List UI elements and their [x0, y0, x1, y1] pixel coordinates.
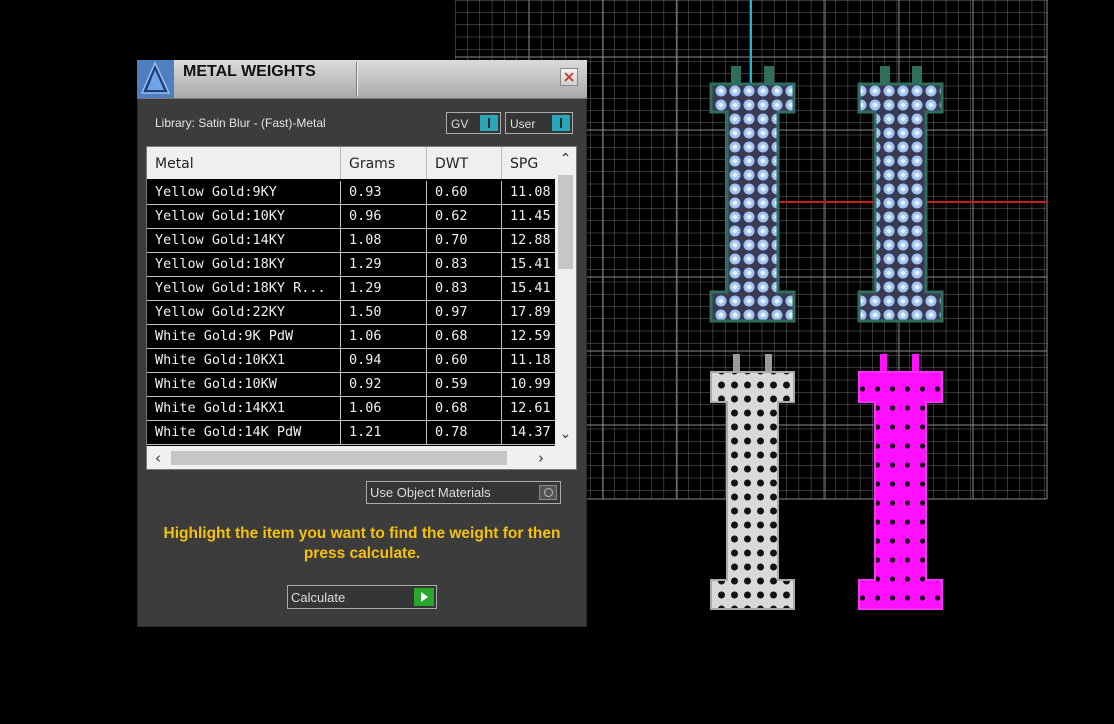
metal-cell: White Gold:10KX1 [147, 349, 341, 372]
scroll-right-icon[interactable]: › [530, 446, 552, 469]
metal-cell: Yellow Gold:18KY R... [147, 277, 341, 300]
grams-cell: 1.29 [341, 253, 427, 276]
grams-cell: 1.06 [341, 397, 427, 420]
metal-cell: Yellow Gold:9KY [147, 181, 341, 204]
grams-cell: 0.96 [341, 205, 427, 228]
metal-table[interactable]: Metal Grams DWT SPG Yellow Gold:9KY 0.93 0… [146, 146, 577, 470]
table-row[interactable]: Yellow Gold:18KY R... 1.29 0.83 15.41 [147, 277, 555, 301]
play-icon [414, 588, 434, 606]
spg-cell: 17.89 [510, 304, 551, 320]
close-icon [564, 72, 574, 82]
table-row[interactable]: Yellow Gold:9KY 0.93 0.60 11.08 [147, 181, 555, 205]
metal-cell: White Gold:14KX1 [147, 397, 341, 420]
gv-toggle-label: GV [451, 117, 469, 131]
user-toggle-switch [552, 115, 570, 131]
metal-cell: White Gold:10KW [147, 373, 341, 396]
metal-cell: Yellow Gold:18KY [147, 253, 341, 276]
gv-toggle-switch [480, 115, 498, 131]
use-object-materials-label: Use Object Materials [370, 485, 491, 500]
spg-cell: 11.18 [510, 352, 551, 368]
grams-cell: 1.06 [341, 325, 427, 348]
dwt-cell: 0.83 [427, 253, 502, 276]
table-row[interactable]: White Gold:10KX1 0.94 0.60 11.18 [147, 349, 555, 373]
dwt-cell: 0.68 [427, 325, 502, 348]
metal-cell: White Gold:14K PdW [147, 421, 341, 444]
vertical-scroll-thumb[interactable] [558, 175, 573, 269]
spg-cell: 15.41 [510, 256, 551, 272]
title-divider [356, 62, 357, 96]
scroll-down-icon[interactable]: ⌄ [555, 424, 576, 444]
user-toggle[interactable]: User [505, 112, 573, 134]
library-label: Library: Satin Blur - (Fast)-Metal [155, 116, 326, 130]
grams-cell: 1.08 [341, 229, 427, 252]
column-header-dwt[interactable]: DWT [427, 147, 502, 179]
spg-cell: 11.08 [510, 184, 551, 200]
grams-cell: 1.29 [341, 277, 427, 300]
dwt-cell: 0.97 [427, 301, 502, 324]
column-header-grams[interactable]: Grams [341, 147, 427, 179]
calculate-button[interactable]: Calculate [287, 585, 437, 609]
vertical-scrollbar[interactable]: ⌃ ⌄ [555, 147, 576, 446]
grams-cell: 1.50 [341, 301, 427, 324]
spg-cell: 10.99 [510, 376, 551, 392]
metal-cell: Yellow Gold:10KY [147, 205, 341, 228]
dwt-cell: 0.83 [427, 277, 502, 300]
scroll-left-icon[interactable]: ‹ [147, 446, 169, 469]
metal-cell: White Gold:9K PdW [147, 325, 341, 348]
metal-cell: Yellow Gold:14KY [147, 229, 341, 252]
grams-cell: 1.21 [341, 421, 427, 444]
dwt-cell: 0.60 [427, 181, 502, 204]
spg-cell: 11.45 [510, 208, 551, 224]
metal-cell: Yellow Gold:22KY [147, 301, 341, 324]
table-row[interactable]: Yellow Gold:22KY 1.50 0.97 17.89 [147, 301, 555, 325]
grams-cell: 0.92 [341, 373, 427, 396]
app-logo-icon [137, 60, 174, 98]
table-row[interactable]: Yellow Gold:14KY 1.08 0.70 12.88 [147, 229, 555, 253]
dwt-cell: 0.59 [427, 373, 502, 396]
close-button[interactable] [560, 68, 578, 86]
dwt-cell: 0.60 [427, 349, 502, 372]
panel-titlebar[interactable]: METAL WEIGHTS [137, 60, 587, 99]
use-object-materials-toggle[interactable]: Use Object Materials [366, 481, 561, 504]
horizontal-scroll-thumb[interactable] [171, 451, 507, 465]
user-toggle-label: User [510, 117, 536, 131]
column-header-spg[interactable]: SPG [502, 147, 555, 179]
spg-cell: 12.59 [510, 328, 551, 344]
table-row[interactable]: White Gold:14K PdW 1.21 0.78 14.37 [147, 421, 555, 445]
spg-cell: 12.88 [510, 232, 551, 248]
spg-cell: 12.61 [510, 400, 551, 416]
table-row[interactable]: Yellow Gold:10KY 0.96 0.62 11.45 [147, 205, 555, 229]
grams-cell: 0.94 [341, 349, 427, 372]
column-header-metal[interactable]: Metal [147, 147, 341, 179]
toggle-circle-icon [539, 485, 557, 500]
table-header: Metal Grams DWT SPG [147, 147, 555, 179]
gv-toggle[interactable]: GV [446, 112, 501, 134]
scroll-up-icon[interactable]: ⌃ [555, 149, 576, 169]
panel-title: METAL WEIGHTS [183, 63, 316, 80]
table-row[interactable]: White Gold:10KW 0.92 0.59 10.99 [147, 373, 555, 397]
spg-cell: 15.41 [510, 280, 551, 296]
metal-weights-panel: METAL WEIGHTS Library: Satin Blur - (Fas… [137, 60, 587, 627]
table-row[interactable]: White Gold:14KX1 1.06 0.68 12.61 [147, 397, 555, 421]
dwt-cell: 0.62 [427, 205, 502, 228]
dwt-cell: 0.70 [427, 229, 502, 252]
hint-text: Highlight the item you want to find the … [163, 525, 561, 562]
table-row[interactable]: White Gold:9K PdW 1.06 0.68 12.59 [147, 325, 555, 349]
spg-cell: 14.37 [510, 424, 551, 440]
calculate-label: Calculate [291, 590, 346, 605]
dwt-cell: 0.78 [427, 421, 502, 444]
grams-cell: 0.93 [341, 181, 427, 204]
dwt-cell: 0.68 [427, 397, 502, 420]
horizontal-scrollbar[interactable]: ‹ › [147, 446, 576, 469]
table-row[interactable]: Yellow Gold:18KY 1.29 0.83 15.41 [147, 253, 555, 277]
